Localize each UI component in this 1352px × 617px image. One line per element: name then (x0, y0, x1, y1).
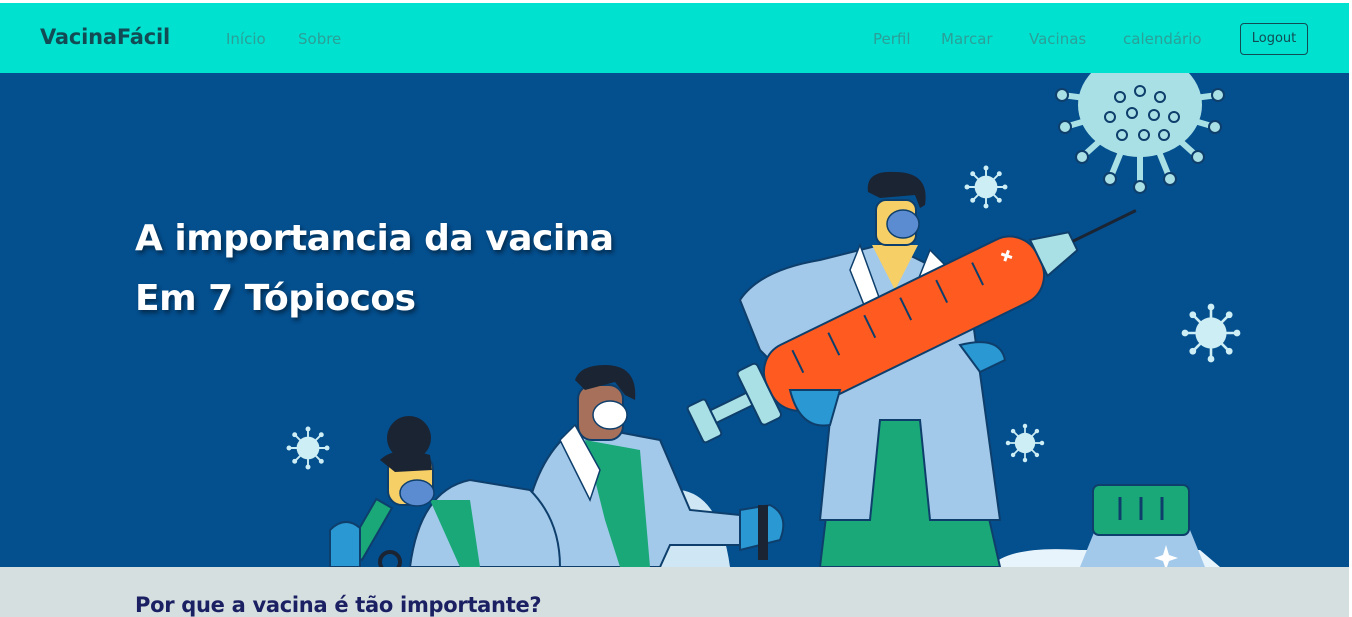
nav-link-marcar[interactable]: Marcar (941, 30, 993, 48)
hero-title-line-2: Em 7 Tópiocos (135, 278, 416, 319)
hero-title-line-1: A importancia da vacina (135, 218, 614, 259)
nav-link-vacinas[interactable]: Vacinas (1029, 30, 1086, 48)
vaccine-bottle (1080, 484, 1205, 567)
logout-button[interactable]: Logout (1240, 23, 1308, 55)
virus-icon (963, 164, 1009, 210)
virus-icon (285, 425, 331, 471)
why-vaccine-section: Por que a vacina é tão importante? (0, 567, 1349, 617)
nav-link-calendario[interactable]: calendário (1123, 30, 1202, 48)
navbar: VacinaFácil Início Sobre Perfil Marcar V… (0, 3, 1349, 73)
nav-link-inicio[interactable]: Início (226, 30, 266, 48)
hero-illustration (285, 73, 1242, 567)
nav-link-perfil[interactable]: Perfil (873, 30, 911, 48)
brand-logo[interactable]: VacinaFácil (40, 25, 170, 49)
virus-icon (1004, 422, 1046, 464)
section-title: Por que a vacina é tão importante? (135, 593, 542, 617)
virus-icon (1055, 73, 1225, 194)
nav-link-sobre[interactable]: Sobre (298, 30, 341, 48)
doctor-microscope (329, 416, 562, 567)
hero-banner: A importancia da vacina Em 7 Tópiocos (0, 73, 1349, 567)
virus-icon (1180, 302, 1242, 364)
